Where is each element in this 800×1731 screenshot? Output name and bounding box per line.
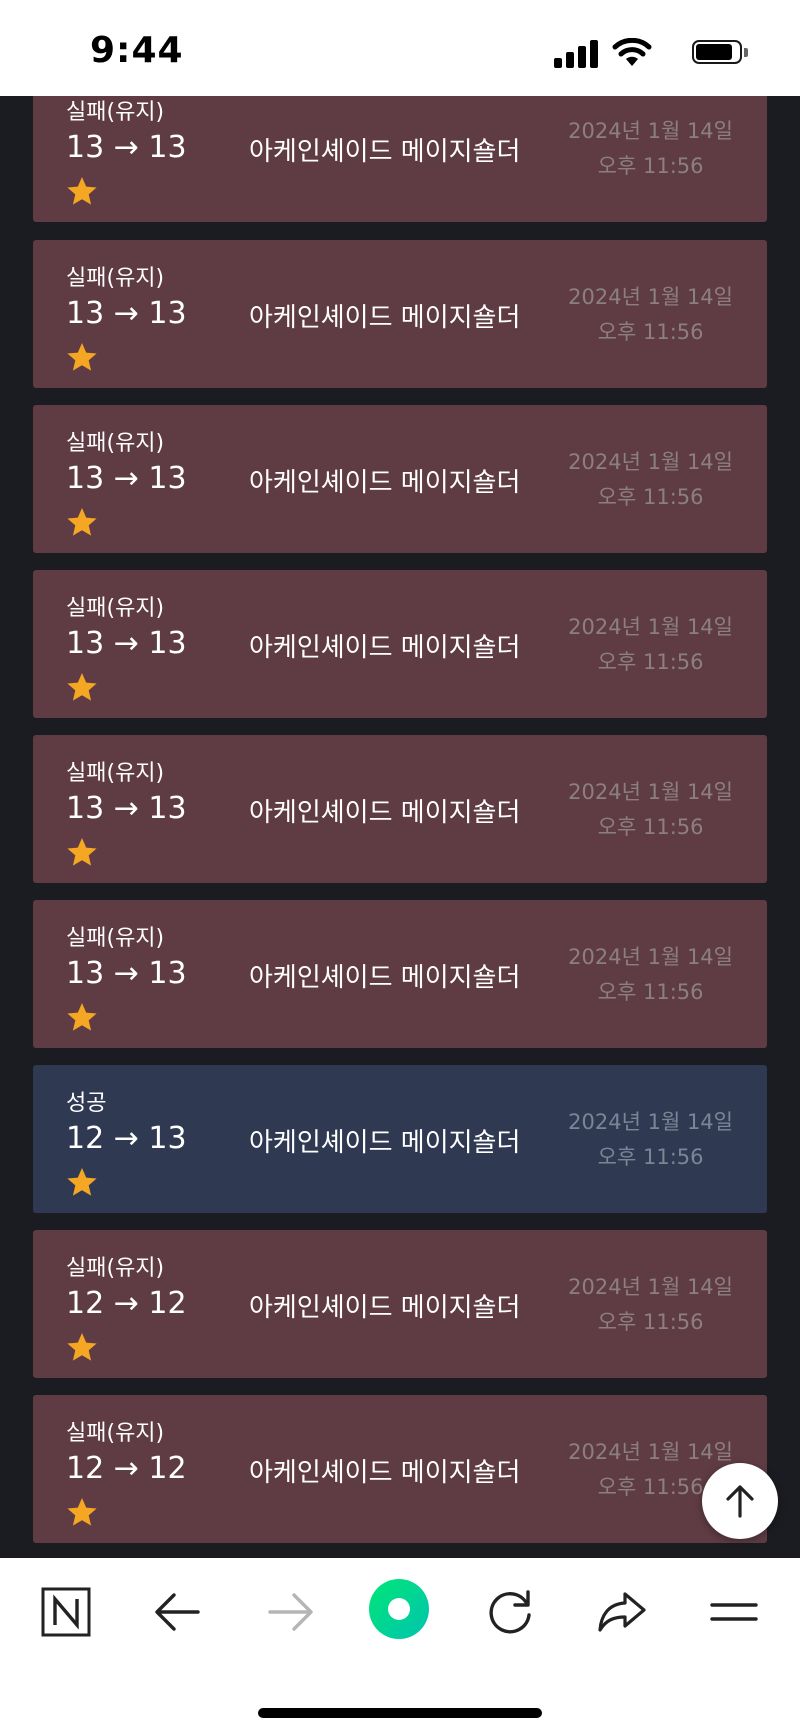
star-level-change: 13 → 13 [66, 956, 187, 991]
timestamp: 2024년 1월 14일 오후 11:56 [568, 610, 733, 680]
browser-toolbar [0, 1558, 800, 1731]
result-label: 실패(유지) [66, 1421, 165, 1446]
timestamp: 2024년 1월 14일 오후 11:56 [568, 114, 733, 184]
star-icon [67, 177, 97, 205]
item-name: 아케인셰이드 메이지숄더 [249, 633, 521, 663]
result-label: 실패(유지) [66, 431, 165, 456]
star-icon [67, 343, 97, 371]
naver-n-icon [41, 1587, 91, 1637]
history-record: 실패(유지) 13 → 13 아케인셰이드 메이지숄더 2024년 1월 14일… [33, 735, 767, 883]
date-text: 2024년 1월 14일 [568, 285, 733, 309]
timestamp: 2024년 1월 14일 오후 11:56 [568, 940, 733, 1010]
time-text: 오후 11:56 [597, 815, 704, 839]
result-label: 실패(유지) [66, 596, 165, 621]
date-text: 2024년 1월 14일 [568, 780, 733, 804]
time-text: 오후 11:56 [597, 650, 704, 674]
result-label: 실패(유지) [66, 761, 165, 786]
date-text: 2024년 1월 14일 [568, 1275, 733, 1299]
item-name: 아케인셰이드 메이지숄더 [249, 1458, 521, 1488]
history-record: 실패(유지) 13 → 13 아케인셰이드 메이지숄더 2024년 1월 14일… [33, 405, 767, 553]
time-text: 오후 11:56 [597, 154, 704, 178]
star-icon [67, 838, 97, 866]
date-text: 2024년 1월 14일 [568, 615, 733, 639]
star-level-change: 12 → 13 [66, 1121, 187, 1156]
star-level-change: 12 → 12 [66, 1286, 187, 1321]
star-icon [67, 1333, 97, 1361]
item-name: 아케인셰이드 메이지숄더 [249, 963, 521, 993]
share-button[interactable] [592, 1582, 652, 1642]
result-label: 실패(유지) [66, 1256, 165, 1281]
forward-button[interactable] [260, 1582, 320, 1642]
history-record: 실패(유지) 13 → 13 아케인셰이드 메이지숄더 2024년 1월 14일… [33, 900, 767, 1048]
result-label: 성공 [66, 1091, 107, 1116]
result-label: 실패(유지) [66, 926, 165, 951]
scroll-to-top-button[interactable] [702, 1463, 778, 1539]
star-icon [67, 1498, 97, 1526]
share-icon [598, 1592, 646, 1632]
time-text: 오후 11:56 [597, 1310, 704, 1334]
forward-arrow-icon [268, 1593, 313, 1631]
history-record: 실패(유지) 12 → 12 아케인셰이드 메이지숄더 2024년 1월 14일… [33, 1230, 767, 1378]
time-text: 오후 11:56 [597, 1145, 704, 1169]
item-name: 아케인셰이드 메이지숄더 [249, 1293, 521, 1323]
star-level-change: 13 → 13 [66, 626, 187, 661]
status-bar: 9:44 [0, 0, 800, 96]
date-text: 2024년 1월 14일 [568, 945, 733, 969]
history-record: 실패(유지) 13 → 13 아케인셰이드 메이지숄더 2024년 1월 14일… [33, 96, 767, 222]
back-button[interactable] [148, 1582, 208, 1642]
item-name: 아케인셰이드 메이지숄더 [249, 137, 521, 167]
menu-icon [710, 1603, 758, 1621]
home-indicator[interactable] [258, 1708, 542, 1718]
date-text: 2024년 1월 14일 [568, 1110, 733, 1134]
result-label: 실패(유지) [66, 266, 165, 291]
item-name: 아케인셰이드 메이지숄더 [249, 468, 521, 498]
back-arrow-icon [155, 1593, 200, 1631]
enhancement-history-list[interactable]: 실패(유지) 13 → 13 아케인셰이드 메이지숄더 2024년 1월 14일… [0, 96, 800, 1558]
result-label: 실패(유지) [66, 100, 165, 125]
item-name: 아케인셰이드 메이지숄더 [249, 1128, 521, 1158]
time-text: 오후 11:56 [597, 320, 704, 344]
star-level-change: 13 → 13 [66, 791, 187, 826]
star-icon [67, 1003, 97, 1031]
timestamp: 2024년 1월 14일 오후 11:56 [568, 1105, 733, 1175]
naver-home-button[interactable] [36, 1582, 96, 1642]
green-dot-icon [369, 1579, 429, 1639]
star-level-change: 13 → 13 [66, 296, 187, 331]
reload-button[interactable] [480, 1582, 540, 1642]
time-text: 오후 11:56 [597, 980, 704, 1004]
timestamp: 2024년 1월 14일 오후 11:56 [568, 280, 733, 350]
history-record: 실패(유지) 13 → 13 아케인셰이드 메이지숄더 2024년 1월 14일… [33, 240, 767, 388]
star-level-change: 13 → 13 [66, 461, 187, 496]
star-level-change: 12 → 12 [66, 1451, 187, 1486]
arrow-up-icon [726, 1485, 754, 1518]
timestamp: 2024년 1월 14일 오후 11:56 [568, 775, 733, 845]
item-name: 아케인셰이드 메이지숄더 [249, 798, 521, 828]
date-text: 2024년 1월 14일 [568, 119, 733, 143]
menu-button[interactable] [704, 1582, 764, 1642]
cellular-signal-icon [554, 40, 598, 68]
wifi-icon [612, 38, 652, 66]
status-time: 9:44 [90, 30, 184, 71]
star-icon [67, 1168, 97, 1196]
star-icon [67, 508, 97, 536]
history-record: 실패(유지) 12 → 12 아케인셰이드 메이지숄더 2024년 1월 14일… [33, 1395, 767, 1543]
star-level-change: 13 → 13 [66, 130, 187, 165]
status-icons [548, 38, 748, 68]
item-name: 아케인셰이드 메이지숄더 [249, 303, 521, 333]
history-record: 실패(유지) 13 → 13 아케인셰이드 메이지숄더 2024년 1월 14일… [33, 570, 767, 718]
timestamp: 2024년 1월 14일 오후 11:56 [568, 1270, 733, 1340]
time-text: 오후 11:56 [597, 485, 704, 509]
battery-icon [692, 40, 748, 66]
history-record: 성공 12 → 13 아케인셰이드 메이지숄더 2024년 1월 14일 오후 … [33, 1065, 767, 1213]
date-text: 2024년 1월 14일 [568, 1440, 733, 1464]
reload-icon [489, 1590, 531, 1634]
timestamp: 2024년 1월 14일 오후 11:56 [568, 445, 733, 515]
star-icon [67, 673, 97, 701]
naver-green-dot-button[interactable] [366, 1576, 432, 1642]
date-text: 2024년 1월 14일 [568, 450, 733, 474]
